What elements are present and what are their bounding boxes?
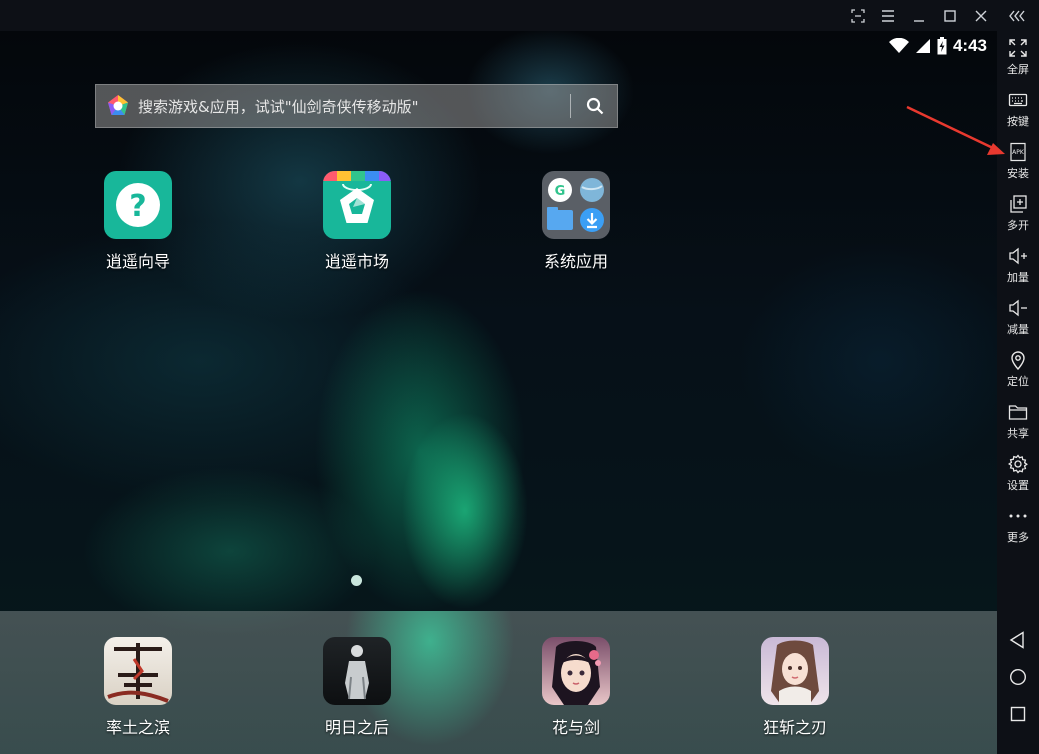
- sidebar-item-label: 全屏: [1007, 63, 1029, 76]
- share-folder-button[interactable]: 共享: [997, 402, 1039, 450]
- volume-up-button[interactable]: 加量: [997, 246, 1039, 294]
- fullscreen-icon: [1009, 39, 1027, 57]
- back-button[interactable]: [1005, 627, 1031, 653]
- recents-button[interactable]: [1005, 701, 1031, 727]
- location-icon: [1011, 351, 1025, 370]
- app-dock: 率土之滨 明日之后 花与剑 狂斩之刃: [0, 611, 997, 754]
- battery-charging-icon: [937, 37, 947, 55]
- fullscreen-button[interactable]: 全屏: [997, 38, 1039, 86]
- dock-app-shuaituzhibin[interactable]: 率土之滨: [88, 637, 188, 738]
- sidebar-item-label: 共享: [1007, 427, 1029, 440]
- keymap-button[interactable]: 按键: [997, 90, 1039, 138]
- app-label: 花与剑: [551, 718, 600, 737]
- recents-icon: [1010, 706, 1026, 722]
- dock-app-kuangzhanzhiren[interactable]: 狂斩之刃: [745, 637, 845, 738]
- multi-instance-icon: [1010, 195, 1027, 213]
- sidebar-item-label: 更多: [1007, 531, 1029, 544]
- status-clock: 4:43: [952, 36, 987, 55]
- sidebar-item-label: 按键: [1007, 115, 1029, 128]
- help-guide-icon: ?: [104, 171, 172, 239]
- emulator-toolbar: 全屏 按键 APK 安装 多开 加量 减量 定位 共享 设置 更多: [997, 31, 1039, 754]
- search-button[interactable]: [583, 94, 607, 118]
- sidebar-item-label: 多开: [1007, 219, 1029, 232]
- game-icon: [761, 637, 829, 705]
- status-bar: 4:43: [888, 35, 987, 57]
- app-label: 明日之后: [324, 718, 389, 737]
- sidebar-item-label: 定位: [1007, 375, 1029, 388]
- folder-icon: G: [542, 171, 610, 239]
- maximize-icon: [944, 10, 956, 22]
- minimize-button[interactable]: [907, 4, 931, 28]
- search-icon: [586, 97, 604, 115]
- market-logo-icon: [108, 95, 128, 115]
- window-titlebar: [0, 0, 1039, 31]
- svg-text:G: G: [555, 184, 566, 199]
- app-label: 狂斩之刃: [762, 718, 827, 737]
- app-label: 系统应用: [543, 252, 608, 271]
- game-icon: [542, 637, 610, 705]
- signal-icon: [915, 39, 930, 53]
- screenshot-button[interactable]: [846, 4, 870, 28]
- dock-app-mingrizhihou[interactable]: 明日之后: [307, 637, 407, 738]
- volume-down-button[interactable]: 减量: [997, 298, 1039, 346]
- app-system-folder[interactable]: G 系统应用: [526, 171, 626, 272]
- sidebar-item-label: 设置: [1007, 479, 1029, 492]
- minimize-icon: [914, 20, 924, 22]
- folder-share-icon: [1008, 405, 1028, 420]
- app-xiaoyao-guide[interactable]: ? 逍遥向导: [88, 171, 188, 272]
- screenshot-icon: [851, 9, 865, 23]
- back-icon: [1009, 631, 1024, 649]
- app-label: 逍遥市场: [324, 252, 389, 271]
- apk-icon: APK: [1010, 142, 1026, 162]
- search-divider: [570, 94, 571, 118]
- close-icon: [975, 10, 987, 22]
- page-indicator: [351, 575, 362, 586]
- sidebar-item-label: 减量: [1007, 323, 1029, 336]
- app-xiaoyao-market[interactable]: 逍遥市场: [307, 171, 407, 272]
- app-label: 逍遥向导: [105, 252, 170, 271]
- multi-instance-button[interactable]: 多开: [997, 194, 1039, 242]
- volume-down-icon: [1009, 299, 1027, 317]
- double-chevron-left-icon: [1009, 10, 1025, 22]
- android-screen: 4:43 搜索游戏&应用，试试"仙剑奇侠传移动版" ? 逍遥向导 逍遥市场 G …: [0, 31, 997, 754]
- home-button[interactable]: [1005, 664, 1031, 690]
- location-button[interactable]: 定位: [997, 350, 1039, 398]
- menu-button[interactable]: [876, 4, 900, 28]
- close-button[interactable]: [969, 4, 993, 28]
- settings-button[interactable]: 设置: [997, 454, 1039, 502]
- gear-icon: [1008, 454, 1028, 474]
- more-icon: [1009, 514, 1027, 518]
- volume-up-icon: [1009, 247, 1027, 265]
- home-icon: [1009, 668, 1027, 686]
- market-icon: [323, 171, 391, 239]
- app-label: 率土之滨: [105, 718, 170, 737]
- dock-app-huayujian[interactable]: 花与剑: [526, 637, 626, 738]
- more-button[interactable]: 更多: [997, 506, 1039, 554]
- install-apk-button[interactable]: APK 安装: [997, 142, 1039, 190]
- search-bar[interactable]: 搜索游戏&应用，试试"仙剑奇侠传移动版": [95, 84, 618, 128]
- game-icon: [104, 637, 172, 705]
- collapse-sidebar-button[interactable]: [1006, 4, 1030, 28]
- game-icon: [323, 637, 391, 705]
- svg-text:APK: APK: [1012, 149, 1025, 156]
- menu-icon: [882, 10, 894, 22]
- sidebar-item-label: 加量: [1007, 271, 1029, 284]
- keyboard-icon: [1008, 93, 1028, 107]
- sidebar-item-label: 安装: [1007, 167, 1029, 180]
- search-input[interactable]: 搜索游戏&应用，试试"仙剑奇侠传移动版": [138, 96, 570, 117]
- svg-text:?: ?: [129, 189, 146, 224]
- maximize-button[interactable]: [938, 4, 962, 28]
- wifi-icon: [888, 38, 909, 53]
